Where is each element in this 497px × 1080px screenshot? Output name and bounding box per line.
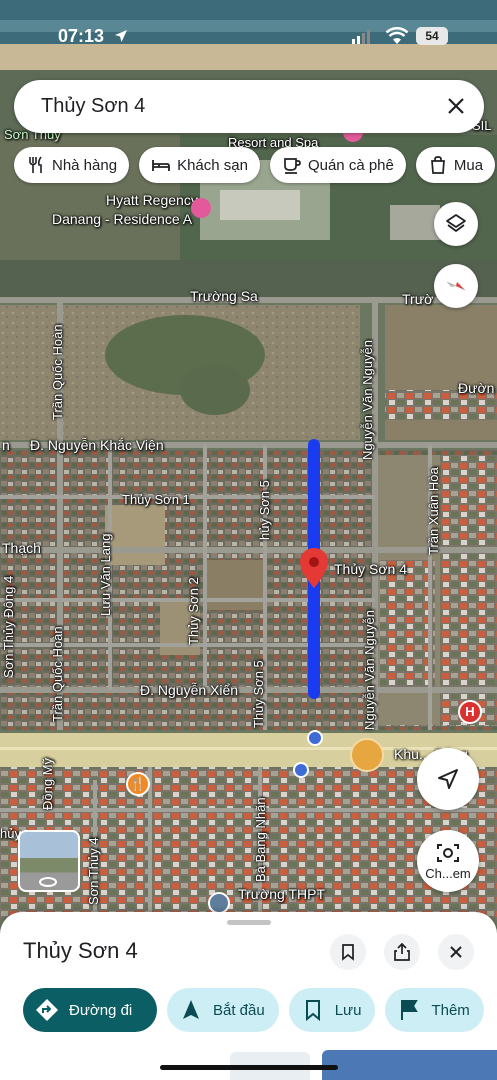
street-label: Thạch — [2, 540, 41, 556]
start-button[interactable]: Bắt đầu — [167, 988, 279, 1032]
wifi-icon — [386, 27, 408, 44]
street-label: Thủy Sơn 2 — [186, 577, 201, 645]
clock: 07:13 — [58, 26, 105, 46]
compass-icon — [446, 281, 466, 291]
chip-label: Mua — [453, 156, 484, 174]
location-pin-icon[interactable] — [300, 548, 328, 588]
category-chips: Nhà hàng Khách sạn Quán cà phê Mua — [14, 147, 496, 183]
street-label: Đồng Mỹ — [40, 757, 55, 810]
street-label: Đ. Nguyễn Xiển — [140, 682, 239, 698]
chip-label: Nhà hàng — [52, 156, 118, 174]
chip-hotels[interactable]: Khách sạn — [139, 147, 260, 183]
battery-indicator: 54 — [416, 27, 448, 45]
place-label[interactable]: Trường THPT — [238, 886, 325, 902]
close-icon — [450, 946, 462, 958]
directions-button[interactable]: Đường đi — [23, 988, 157, 1032]
coffee-icon — [284, 158, 301, 174]
compass-button[interactable] — [434, 264, 478, 308]
chip-label: Quán cà phê — [307, 156, 394, 174]
bus-stop-icon[interactable] — [307, 730, 323, 746]
bus-stop-icon[interactable] — [293, 762, 309, 778]
street-label: Sơn Thủy Đông 4 — [1, 575, 16, 678]
streetview-button[interactable]: Ch...em — [417, 830, 479, 892]
share-button[interactable] — [384, 934, 420, 970]
location-arrow-icon — [115, 30, 127, 42]
directions-icon — [36, 999, 58, 1021]
search-bar[interactable]: Thủy Sơn 4 — [14, 80, 484, 133]
bookmark-icon — [342, 944, 354, 961]
street-label: hủy Sơn 5 — [257, 480, 272, 540]
chip-shopping[interactable]: Mua — [415, 147, 496, 183]
street-label: Trần Xuân Hòa — [426, 467, 441, 555]
action-label: Bắt đầu — [213, 1001, 265, 1019]
photo-strip-peek — [0, 1048, 497, 1080]
street-label: Sơn Thủy 4 — [86, 837, 101, 905]
search-query[interactable]: Thủy Sơn 4 — [41, 95, 145, 118]
chip-label: Khách sạn — [177, 156, 248, 174]
home-indicator — [160, 1065, 338, 1070]
street-label: Nguyễn Văn Nguyễn — [362, 610, 377, 730]
my-location-button[interactable] — [417, 748, 479, 810]
flag-icon — [401, 1000, 419, 1020]
street-label: Bà Bang Nhãn — [253, 797, 268, 882]
chip-restaurants[interactable]: Nhà hàng — [14, 147, 130, 183]
street-label: Trần Quốc Hoàn — [50, 324, 65, 420]
save-button[interactable] — [330, 934, 366, 970]
navigation-arrow-icon — [438, 769, 458, 789]
close-sheet-button[interactable] — [438, 934, 474, 970]
place-label-hyatt[interactable]: Hyatt Regency — [106, 192, 198, 208]
navigation-arrow-icon — [183, 1000, 199, 1019]
place-title: Thủy Sơn 4 — [23, 938, 138, 963]
more-button[interactable]: Thêm — [385, 988, 484, 1032]
fork-knife-icon — [29, 156, 42, 173]
restaurant-poi-icon[interactable]: 🍴 — [126, 772, 150, 796]
close-icon[interactable] — [444, 94, 468, 118]
place-label-hyatt-residence[interactable]: Danang - Residence A — [52, 211, 192, 227]
street-label: Trần Quốc Hoàn — [50, 626, 65, 722]
street-label: Trường Sa — [190, 288, 258, 304]
share-icon — [394, 942, 410, 961]
action-row: Đường đi Bắt đầu Lưu Thêm — [23, 988, 484, 1032]
street-label: Đườn — [458, 380, 495, 396]
layers-button[interactable] — [434, 202, 478, 246]
action-label: Đường đi — [69, 1001, 133, 1019]
save-action-button[interactable]: Lưu — [288, 988, 376, 1032]
chip-cafes[interactable]: Quán cà phê — [269, 147, 406, 183]
street-label: Lưu Văn Lang — [98, 533, 113, 616]
bed-icon — [152, 160, 170, 171]
street-label: Nguyễn Văn Nguyễn — [360, 340, 375, 460]
drag-handle[interactable] — [227, 920, 271, 925]
hotel-poi-icon[interactable] — [191, 198, 211, 218]
traffic-icon[interactable] — [350, 738, 384, 772]
camera-scan-icon — [437, 843, 459, 862]
layers-icon — [446, 214, 466, 232]
action-label: Lưu — [334, 1001, 362, 1019]
status-bar: 07:13 54 — [0, 22, 497, 52]
pin-label[interactable]: Thủy Sơn 4 — [334, 561, 407, 577]
rotate-360-icon — [39, 877, 57, 887]
street-label: Thủy Sơn 5 — [251, 660, 266, 728]
streetview-label: Ch...em — [425, 865, 471, 881]
shopping-bag-icon — [430, 156, 445, 174]
street-label: Đ. Nguyễn Khắc Viện — [30, 437, 164, 453]
street-view-thumbnail[interactable] — [18, 830, 80, 892]
bookmark-icon — [305, 1000, 320, 1022]
school-poi-icon[interactable] — [208, 892, 230, 914]
street-label: Thủy Sơn 1 — [122, 492, 190, 507]
street-label: Trườ — [402, 291, 434, 307]
action-label: Thêm — [431, 1001, 470, 1019]
hospital-poi-icon[interactable]: H — [458, 700, 482, 724]
street-label: n — [2, 437, 10, 453]
cellular-signal-icon — [352, 30, 370, 44]
